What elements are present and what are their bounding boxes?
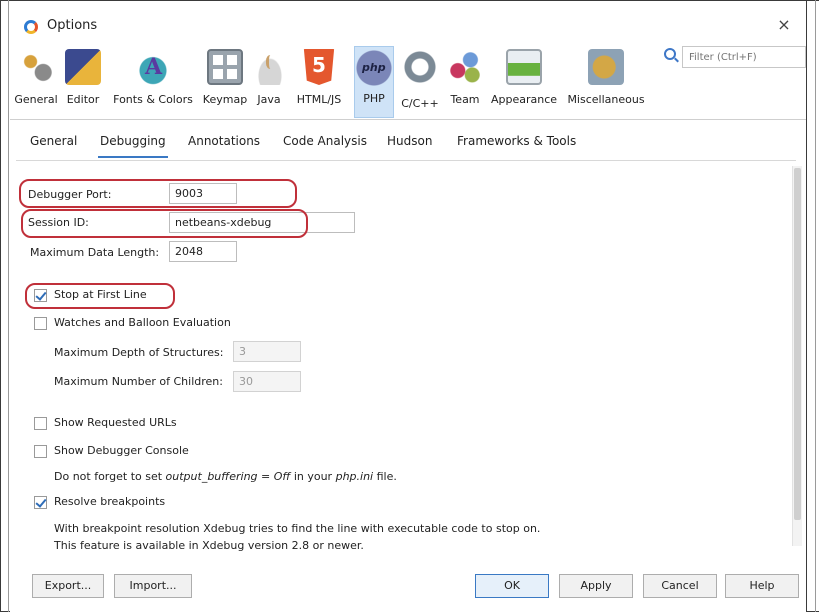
category-label: Editor — [66, 93, 100, 106]
miscellaneous-icon — [588, 49, 624, 85]
max-data-length-label: Maximum Data Length: — [30, 246, 160, 259]
filter-input[interactable] — [682, 46, 806, 68]
tab-debugging[interactable]: Debugging — [98, 134, 168, 158]
max-data-length-input[interactable] — [169, 241, 237, 262]
note-prefix: Do not forget to set — [54, 470, 166, 483]
tab-annotations[interactable]: Annotations — [188, 134, 260, 158]
html5-icon — [303, 49, 335, 85]
note-middle: in your — [290, 470, 336, 483]
category-label: Miscellaneous — [567, 93, 645, 106]
screenshot-frame: Options × General Editor Fonts & Colors … — [0, 0, 819, 612]
category-label: Fonts & Colors — [113, 93, 193, 106]
vertical-scrollbar[interactable] — [792, 166, 802, 546]
debugger-port-label: Debugger Port: — [28, 188, 112, 201]
ok-button[interactable]: OK — [475, 574, 549, 598]
category-label: Appearance — [490, 93, 558, 106]
frame-border-top — [0, 0, 819, 1]
category-editor[interactable]: Editor — [62, 46, 104, 118]
note-suffix: file. — [373, 470, 397, 483]
title-bar: Options × — [10, 8, 806, 42]
options-dialog: Options × General Editor Fonts & Colors … — [10, 8, 806, 612]
category-miscellaneous[interactable]: Miscellaneous — [564, 46, 648, 118]
max-children-input — [233, 371, 301, 392]
frame-border-left — [0, 0, 1, 612]
category-php[interactable]: PHP — [354, 46, 394, 118]
team-icon — [447, 49, 483, 85]
scrollbar-thumb[interactable] — [794, 168, 801, 520]
frame-border-right — [806, 0, 807, 612]
frame-inner-left — [8, 0, 9, 612]
category-fonts-colors[interactable]: Fonts & Colors — [108, 46, 198, 118]
resolve-breakpoints-checkbox[interactable]: Resolve breakpoints — [34, 495, 184, 511]
checkbox-label: Watches and Balloon Evaluation — [54, 316, 231, 329]
category-appearance[interactable]: Appearance — [488, 46, 560, 118]
appearance-icon — [506, 49, 542, 85]
tabs-divider — [16, 160, 796, 161]
tab-general[interactable]: General — [30, 134, 77, 158]
category-team[interactable]: Team — [446, 46, 484, 118]
checkbox-label: Show Requested URLs — [54, 416, 177, 429]
general-icon — [18, 49, 54, 85]
java-icon — [252, 49, 288, 85]
search-icon — [664, 48, 676, 60]
checkbox-box[interactable] — [34, 289, 47, 302]
close-button[interactable]: × — [772, 14, 796, 36]
keymap-icon — [207, 49, 243, 85]
show-requested-urls-checkbox[interactable]: Show Requested URLs — [34, 416, 194, 432]
category-label: HTML/JS — [296, 93, 342, 106]
session-id-label: Session ID: — [28, 216, 89, 229]
php-options-panel: General Debugging Annotations Code Analy… — [10, 120, 806, 560]
tab-frameworks-tools[interactable]: Frameworks & Tools — [457, 134, 576, 158]
category-label: Java — [257, 93, 281, 106]
checkbox-label: Resolve breakpoints — [54, 495, 166, 508]
output-buffering-note: Do not forget to set output_buffering = … — [54, 470, 397, 483]
category-c-cpp[interactable]: C/C++ — [398, 46, 442, 118]
php-icon — [356, 50, 392, 86]
options-tabs: General Debugging Annotations Code Analy… — [10, 134, 796, 158]
resolution-note-line-2: This feature is available in Xdebug vers… — [54, 539, 364, 552]
show-debugger-console-checkbox[interactable]: Show Debugger Console — [34, 444, 204, 460]
session-id-input[interactable] — [169, 212, 355, 233]
category-label: PHP — [363, 92, 385, 105]
filter-box — [660, 46, 806, 68]
checkbox-box[interactable] — [34, 317, 47, 330]
max-depth-label: Maximum Depth of Structures: — [54, 346, 224, 359]
tab-code-analysis[interactable]: Code Analysis — [283, 134, 367, 158]
cpp-icon — [402, 49, 438, 85]
category-label: Team — [450, 93, 480, 106]
max-children-label: Maximum Number of Children: — [54, 375, 223, 388]
debugger-port-input[interactable] — [169, 183, 237, 204]
stop-at-first-line-checkbox[interactable]: Stop at First Line — [34, 288, 174, 304]
category-keymap[interactable]: Keymap — [202, 46, 248, 118]
category-general[interactable]: General — [14, 46, 58, 118]
category-java[interactable]: Java — [252, 46, 288, 118]
import-button[interactable]: Import... — [114, 574, 192, 598]
checkbox-box[interactable] — [34, 445, 47, 458]
apply-button[interactable]: Apply — [559, 574, 633, 598]
frame-inner-right — [815, 0, 816, 612]
netbeans-logo-icon — [24, 20, 38, 34]
editor-icon — [65, 49, 101, 85]
category-label: Keymap — [202, 93, 248, 106]
checkbox-label: Stop at First Line — [54, 288, 147, 301]
note-setting: output_buffering = Off — [165, 470, 291, 483]
category-label: C/C++ — [401, 97, 439, 110]
tab-hudson[interactable]: Hudson — [387, 134, 432, 158]
export-button[interactable]: Export... — [32, 574, 104, 598]
help-button[interactable]: Help — [725, 574, 799, 598]
checkbox-box[interactable] — [34, 417, 47, 430]
category-html-js[interactable]: HTML/JS — [290, 46, 348, 118]
checkbox-box[interactable] — [34, 496, 47, 509]
fonts-colors-icon — [135, 49, 171, 85]
note-file: php.ini — [335, 470, 374, 483]
max-depth-input — [233, 341, 301, 362]
category-label: General — [14, 93, 58, 106]
window-title: Options — [47, 18, 98, 33]
resolution-note-line-1: With breakpoint resolution Xdebug tries … — [54, 522, 541, 535]
cancel-button[interactable]: Cancel — [643, 574, 717, 598]
checkbox-label: Show Debugger Console — [54, 444, 189, 457]
watches-balloon-checkbox[interactable]: Watches and Balloon Evaluation — [34, 316, 244, 332]
category-toolbar: General Editor Fonts & Colors Keymap Jav… — [10, 46, 670, 118]
